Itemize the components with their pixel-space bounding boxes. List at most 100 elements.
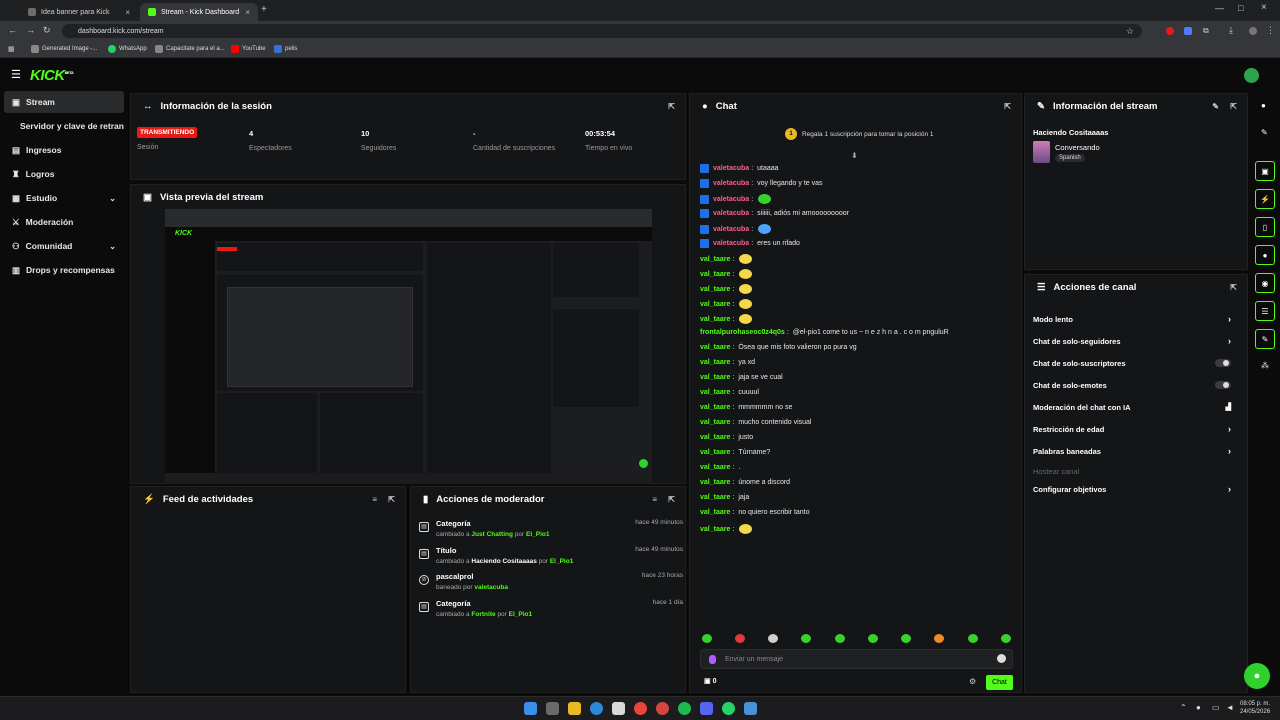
user-avatar[interactable] [1244,68,1259,83]
edit-icon[interactable]: ✎ [1212,102,1219,111]
store-icon[interactable] [612,702,625,715]
rail-button[interactable]: ⚡ [1255,189,1275,209]
chat-username[interactable]: val_taare [700,449,730,456]
chat-username[interactable]: valetacuba [713,240,749,247]
emote-icon[interactable] [835,634,845,643]
subscribers-only-toggle[interactable] [1215,359,1231,367]
action-banned-words[interactable]: Palabras baneadas › [1033,444,1231,458]
browser-tab-dashboard[interactable]: Stream - Kick Dashboard × [140,3,258,21]
emote-icon[interactable] [868,634,878,643]
popout-icon[interactable]: ⇱ [668,102,675,111]
chat-username[interactable]: val_taare [700,479,730,486]
chat-username[interactable]: valetacuba [713,196,749,203]
emote-icon[interactable] [1001,634,1011,643]
pin-icon[interactable]: ⇟ [851,151,858,160]
info-icon[interactable]: ● [1261,101,1266,110]
chat-username[interactable]: val_taare [700,526,730,533]
task-view-icon[interactable] [546,702,559,715]
emoji-picker-icon[interactable] [997,654,1006,663]
close-icon[interactable]: × [125,8,130,17]
file-explorer-icon[interactable] [568,702,581,715]
sidebar-item-achievements[interactable]: ♜ Logros [4,163,124,185]
popout-icon[interactable]: ⇱ [388,495,395,504]
rail-button[interactable]: ▣ [1255,161,1275,181]
emote-icon[interactable] [702,634,712,643]
download-icon[interactable]: ⤓ [1229,25,1233,36]
sidebar-item-income[interactable]: ▤ Ingresos [4,139,124,161]
chat-username[interactable]: val_taare [700,434,730,441]
menu-icon[interactable]: ⋮ [1266,25,1275,36]
detail-user[interactable]: El_Pio1 [550,558,573,565]
action-ai-moderation[interactable]: Moderación del chat con IA ▟ [1033,400,1231,414]
filter-icon[interactable]: ≡ [652,495,657,504]
window-close-icon[interactable]: × [1261,2,1267,13]
volume-icon[interactable]: ◄ [1226,703,1234,712]
microphone-icon[interactable]: ● [1196,703,1201,712]
action-followers-only[interactable]: Chat de solo-seguidores › [1033,334,1231,348]
maximize-icon[interactable]: □ [1238,3,1243,13]
sidebar-item-studio[interactable]: ▦ Estudio ⌄ [4,187,124,209]
detail-user[interactable]: El_Pio1 [509,611,532,618]
detail-value[interactable]: Just Chatting [471,531,513,538]
whatsapp-icon[interactable] [722,702,735,715]
bookmark-star-icon[interactable]: ☆ [1126,26,1134,37]
chat-username[interactable]: val_taare [700,286,730,293]
chat-username[interactable]: valetacuba [713,165,749,172]
back-icon[interactable]: ← [8,25,17,35]
emote-icon[interactable] [968,634,978,643]
chat-username[interactable]: val_taare [700,509,730,516]
emotes-only-toggle[interactable] [1215,381,1231,389]
detail-user[interactable]: valetacuba [474,584,508,591]
stream-category[interactable]: Conversando [1055,143,1100,152]
profile-avatar[interactable] [1249,27,1257,35]
rail-button[interactable]: ▯ [1255,217,1275,237]
rail-button[interactable]: ☰ [1255,301,1275,321]
extension-icon[interactable] [1184,27,1192,35]
app-icon[interactable] [744,702,757,715]
extension-icon[interactable] [1166,27,1174,35]
emote-icon[interactable] [768,634,778,643]
chat-username[interactable]: frontalpurohaseoc0z4q0s [700,329,785,336]
emote-icon[interactable] [934,634,944,643]
apps-grid-icon[interactable]: ▦ [8,45,15,53]
sidebar-item-stream[interactable]: ▣ Stream [4,91,124,113]
chrome-icon[interactable] [634,702,647,715]
chat-username[interactable]: val_taare [700,256,730,263]
settings-gear-icon[interactable]: ⚙ [969,677,976,686]
windows-start-icon[interactable] [524,702,537,715]
popout-icon[interactable]: ⇱ [668,495,675,504]
hamburger-menu-icon[interactable]: ☰ [11,68,21,81]
minimize-icon[interactable]: — [1215,3,1224,13]
tray-chevron-icon[interactable]: ⌃ [1180,703,1187,712]
chat-fab-icon[interactable]: ● [1244,663,1270,689]
detail-value[interactable]: Fortnite [471,611,495,618]
chat-username[interactable]: val_taare [700,316,730,323]
chat-username[interactable]: valetacuba [713,180,749,187]
emote-icon[interactable] [735,634,745,643]
forward-icon[interactable]: → [26,25,35,35]
sidebar-item-server-key[interactable]: Servidor y clave de retransmisión [4,115,124,137]
edit-icon[interactable]: ✎ [1261,128,1268,137]
chat-input[interactable]: Enviar un mensaje [700,649,1013,669]
chat-username[interactable]: valetacuba [713,210,749,217]
chat-username[interactable]: val_taare [700,359,730,366]
extensions-icon[interactable]: ⧉ [1203,26,1209,36]
apps-icon[interactable]: ⁂ [1261,361,1269,370]
chat-username[interactable]: val_taare [700,301,730,308]
emote-icon[interactable] [801,634,811,643]
stream-preview-video[interactable]: KICK [165,209,652,484]
rail-button[interactable]: ● [1255,245,1275,265]
chat-username[interactable]: val_taare [700,404,730,411]
chat-username[interactable]: val_taare [700,344,730,351]
sidebar-item-community[interactable]: ⚇ Comunidad ⌄ [4,235,124,257]
reload-icon[interactable]: ↻ [43,25,51,36]
kick-logo[interactable]: KICKBETA [30,67,74,84]
detail-user[interactable]: El_Pio1 [526,531,549,538]
edge-icon[interactable] [590,702,603,715]
clock[interactable]: 08:05 p. m. 24/05/2026 [1240,700,1270,716]
browser-tab-banner[interactable]: Idea banner para Kick × [20,3,138,21]
filter-icon[interactable]: ≡ [372,495,377,504]
popout-icon[interactable]: ⇱ [1230,283,1237,292]
chat-username[interactable]: val_taare [700,419,730,426]
chat-username[interactable]: valetacuba [713,226,749,233]
